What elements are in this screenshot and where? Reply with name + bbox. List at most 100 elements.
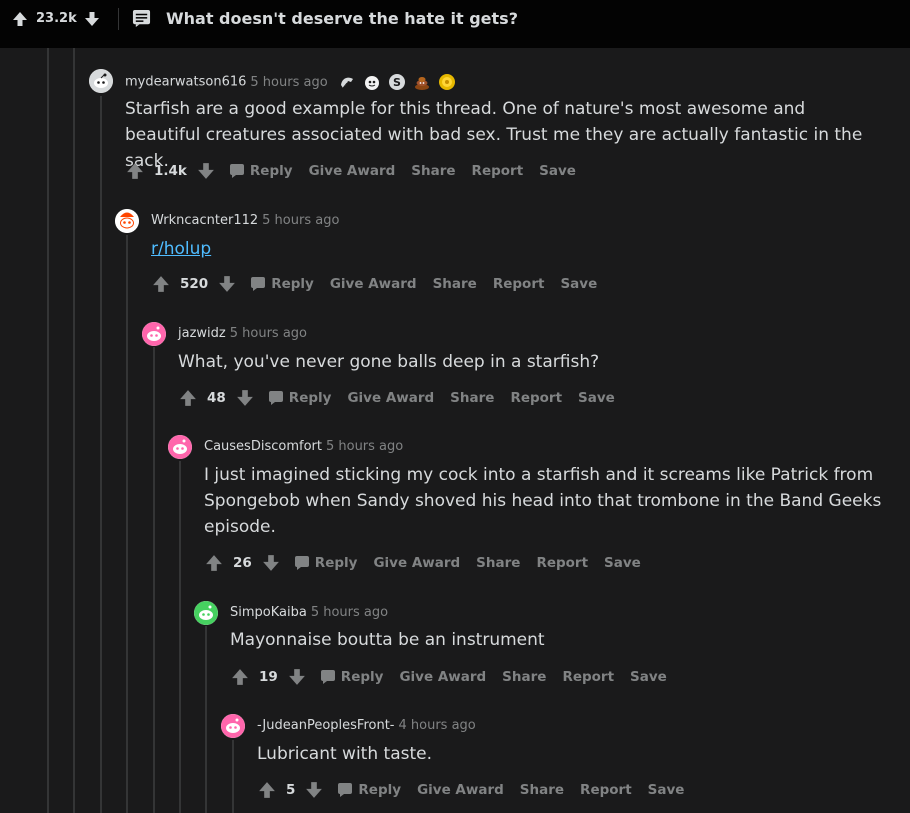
comment-actions: 5 Reply Give Award Share Report Save [258, 781, 684, 799]
reply-button[interactable]: Reply [229, 163, 293, 179]
upvote-icon[interactable] [205, 554, 223, 572]
upvote-icon[interactable] [179, 389, 197, 407]
comment-actions: 19 Reply Give Award Share Report Save [231, 668, 667, 686]
share-button[interactable]: Share [450, 390, 494, 406]
avatar[interactable] [115, 209, 139, 233]
comment-body: I just imagined sticking my cock into a … [204, 465, 882, 537]
comment-timestamp[interactable]: 5 hours ago [230, 326, 307, 341]
comment-body: Lubricant with taste. [257, 744, 432, 764]
avatar[interactable] [142, 322, 166, 346]
thread-line[interactable] [179, 461, 181, 813]
comment-score: 5 [286, 782, 296, 798]
report-button[interactable]: Report [493, 276, 545, 292]
snoo-icon [142, 322, 166, 346]
thread-line[interactable] [47, 48, 49, 813]
thread-line[interactable] [153, 347, 155, 813]
comment-timestamp[interactable]: 5 hours ago [262, 213, 339, 228]
comment-author[interactable]: -JudeanPeoplesFront- [257, 718, 394, 733]
comment-actions: 26 Reply Give Award Share Report Save [205, 554, 641, 572]
subreddit-link[interactable]: r/holup [151, 239, 211, 259]
share-button[interactable]: Share [502, 669, 546, 685]
avatar[interactable] [194, 601, 218, 625]
save-button[interactable]: Save [630, 669, 667, 685]
thread-line[interactable] [232, 740, 234, 813]
thread-line[interactable] [100, 96, 102, 813]
snoo-icon [115, 209, 139, 233]
comment-actions: 520 Reply Give Award Share Report Save [152, 275, 597, 293]
downvote-icon[interactable] [197, 162, 215, 180]
share-button[interactable]: Share [520, 782, 564, 798]
award-list[interactable]: S [338, 73, 460, 91]
upvote-icon[interactable] [231, 668, 249, 686]
comment-timestamp[interactable]: 5 hours ago [326, 439, 403, 454]
save-button[interactable]: Save [578, 390, 615, 406]
share-button[interactable]: Share [411, 163, 455, 179]
upvote-icon[interactable] [152, 275, 170, 293]
reply-button[interactable]: Reply [268, 390, 331, 406]
award-5-icon [439, 74, 456, 90]
save-button[interactable]: Save [648, 782, 685, 798]
comment-author[interactable]: Wrkncacnter112 [151, 213, 258, 228]
post-score: 23.2k [36, 11, 77, 26]
award-4-icon [415, 77, 430, 90]
reply-button[interactable]: Reply [294, 555, 357, 571]
thread-line[interactable] [126, 235, 128, 813]
give-award-button[interactable]: Give Award [373, 555, 460, 571]
post-title[interactable]: What doesn't deserve the hate it gets? [166, 9, 518, 28]
downvote-icon[interactable] [236, 389, 254, 407]
report-button[interactable]: Report [536, 555, 588, 571]
comment-timestamp[interactable]: 5 hours ago [250, 75, 327, 90]
avatar[interactable] [221, 714, 245, 738]
report-button[interactable]: Report [580, 782, 632, 798]
post-icon [132, 9, 151, 28]
comment-body: Mayonnaise boutta be an instrument [230, 630, 545, 650]
award-3-icon: S [389, 74, 406, 90]
chat-bubble-icon [268, 391, 283, 405]
thread-line[interactable] [205, 626, 207, 813]
svg-text:S: S [393, 76, 401, 89]
report-button[interactable]: Report [472, 163, 524, 179]
downvote-icon[interactable] [288, 668, 306, 686]
give-award-button[interactable]: Give Award [417, 782, 504, 798]
report-button[interactable]: Report [510, 390, 562, 406]
comment-author[interactable]: CausesDiscomfort [204, 439, 322, 454]
give-award-button[interactable]: Give Award [399, 669, 486, 685]
reply-button[interactable]: Reply [337, 782, 401, 798]
comment-author[interactable]: SimpoKaiba [230, 605, 307, 620]
report-button[interactable]: Report [562, 669, 614, 685]
upvote-icon[interactable] [126, 162, 144, 180]
save-button[interactable]: Save [539, 163, 576, 179]
snoo-icon [194, 601, 218, 625]
chat-bubble-icon [294, 556, 309, 570]
downvote-icon[interactable] [218, 275, 236, 293]
downvote-icon[interactable] [262, 554, 280, 572]
share-button[interactable]: Share [433, 276, 477, 292]
post-header-bar: 23.2k What doesn't deserve the hate it g… [0, 0, 910, 48]
downvote-icon[interactable] [305, 781, 323, 799]
comment-timestamp[interactable]: 5 hours ago [311, 605, 388, 620]
chat-bubble-icon [251, 277, 266, 291]
comment-author[interactable]: mydearwatson616 [125, 75, 246, 90]
downvote-icon[interactable] [84, 11, 100, 27]
avatar[interactable] [168, 435, 192, 459]
reply-button[interactable]: Reply [250, 276, 314, 292]
chat-bubble-icon [338, 783, 353, 797]
comment-body: What, you've never gone balls deep in a … [178, 352, 600, 372]
comment-author[interactable]: jazwidz [178, 326, 226, 341]
upvote-icon[interactable] [12, 11, 28, 27]
avatar[interactable] [89, 69, 113, 93]
give-award-button[interactable]: Give Award [330, 276, 417, 292]
comment-score: 26 [233, 555, 252, 571]
comment-score: 48 [207, 390, 226, 406]
save-button[interactable]: Save [560, 276, 597, 292]
give-award-button[interactable]: Give Award [309, 163, 396, 179]
award-2-icon [364, 76, 379, 90]
reply-button[interactable]: Reply [320, 669, 383, 685]
share-button[interactable]: Share [476, 555, 520, 571]
comment-score: 1.4k [154, 163, 187, 179]
upvote-icon[interactable] [258, 781, 276, 799]
thread-line[interactable] [73, 48, 75, 813]
save-button[interactable]: Save [604, 555, 641, 571]
give-award-button[interactable]: Give Award [347, 390, 434, 406]
comment-timestamp[interactable]: 4 hours ago [398, 718, 475, 733]
